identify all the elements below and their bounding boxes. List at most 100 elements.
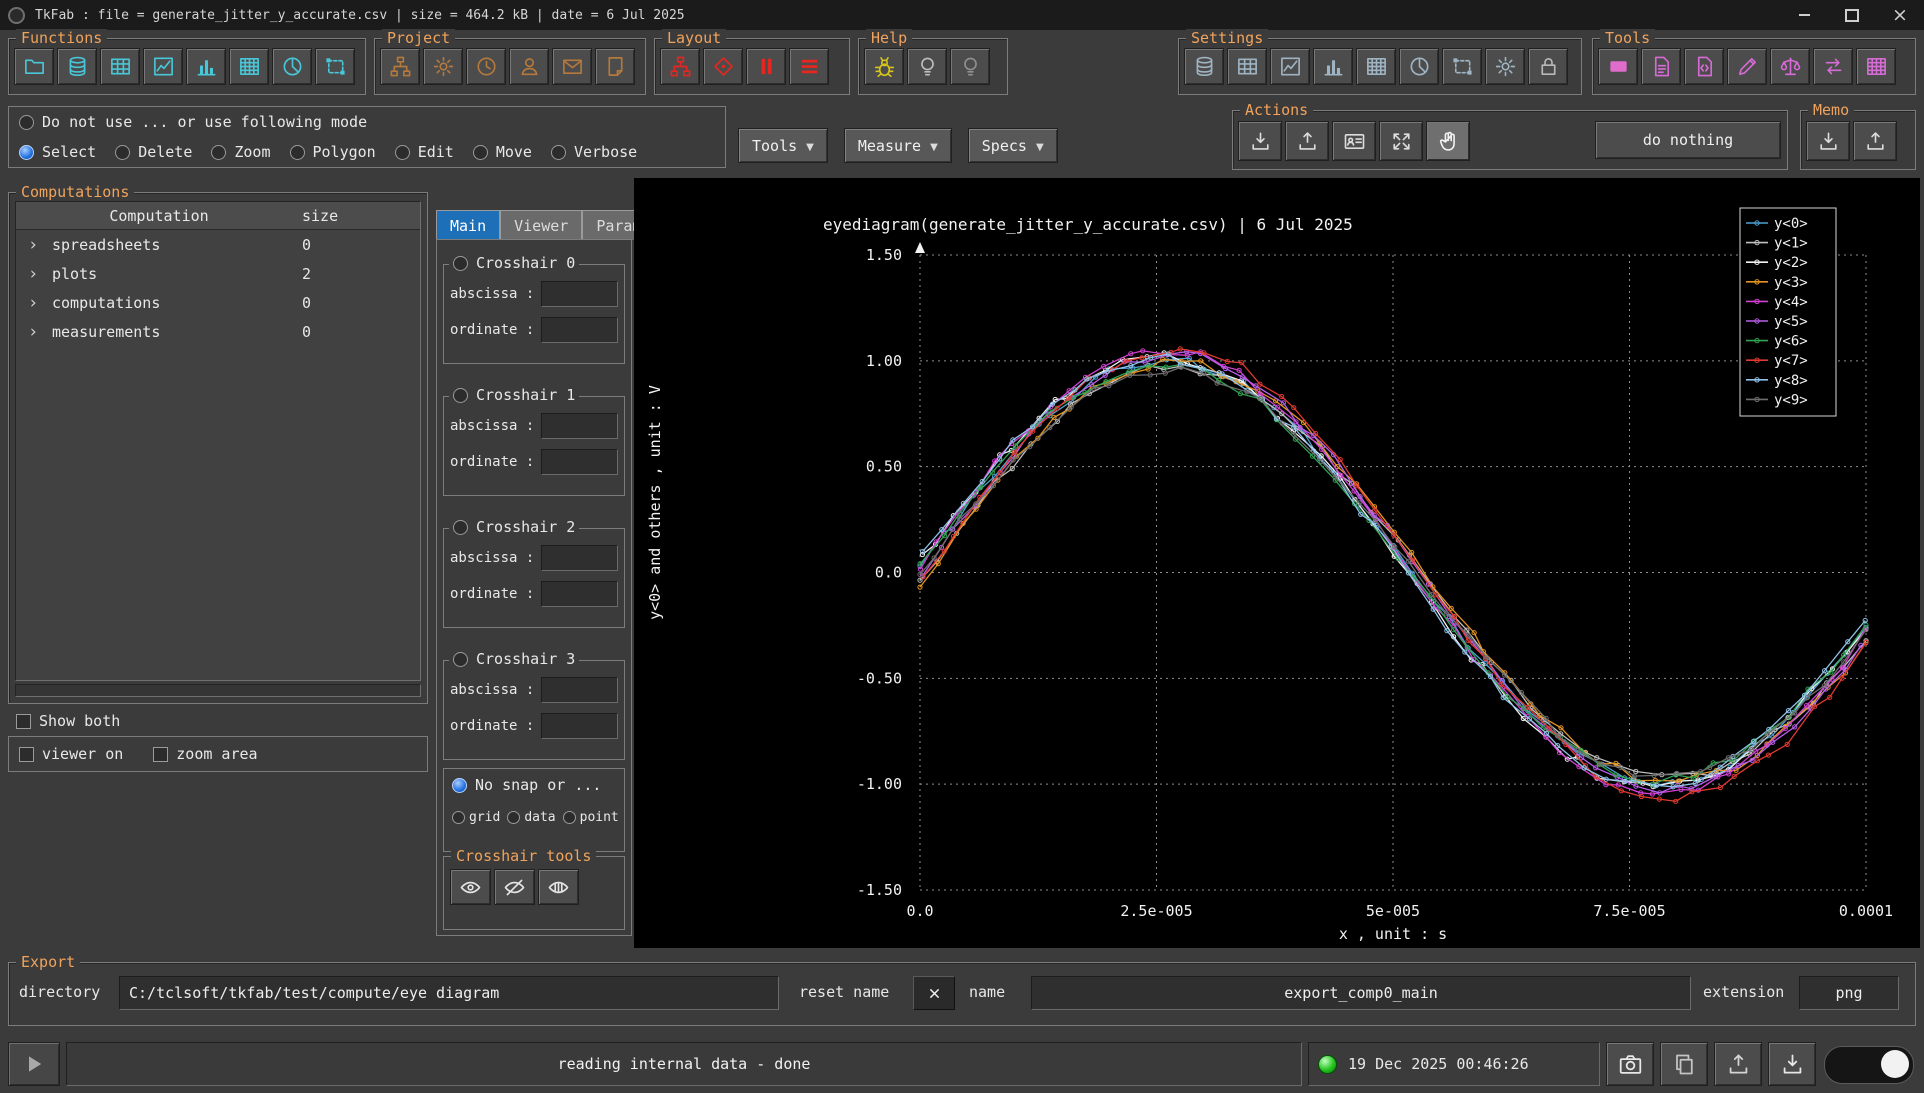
database-button[interactable] <box>1184 48 1224 85</box>
power-toggle[interactable] <box>1824 1046 1914 1084</box>
mode-radio-verbose[interactable]: Verbose <box>551 143 637 161</box>
close-button[interactable]: × <box>1876 0 1924 30</box>
tree-button[interactable] <box>660 48 700 85</box>
folder-button[interactable] <box>14 48 54 85</box>
panel-button[interactable] <box>1598 48 1638 85</box>
table-button[interactable] <box>1227 48 1267 85</box>
grid-button[interactable] <box>1856 48 1896 85</box>
no-snap-radio[interactable]: No snap or ... <box>452 776 601 794</box>
do-nothing-button[interactable]: do nothing <box>1595 121 1781 159</box>
maximize-button[interactable] <box>1828 0 1876 30</box>
crosshair-2-radio[interactable]: Crosshair 2 <box>449 518 579 536</box>
hand-button[interactable] <box>1426 121 1470 161</box>
run-button[interactable] <box>8 1042 60 1086</box>
import-button[interactable] <box>1806 121 1850 161</box>
crosshair-1-radio[interactable]: Crosshair 1 <box>449 386 579 404</box>
chevron-right-icon[interactable]: › <box>28 235 52 255</box>
mode-radio-polygon[interactable]: Polygon <box>290 143 376 161</box>
tools-menu-button[interactable]: Tools▼ <box>738 128 828 163</box>
lock-button[interactable] <box>1528 48 1568 85</box>
plot-canvas[interactable]: 0.02.5e-0055e-0057.5e-0050.00011.501.000… <box>634 178 1920 948</box>
swap-arrows-button[interactable] <box>1813 48 1853 85</box>
gear-button[interactable] <box>1485 48 1525 85</box>
bulb-button[interactable] <box>950 48 990 85</box>
crosshair-3-radio[interactable]: Crosshair 3 <box>449 650 579 668</box>
crosshair-1-abscissa-input[interactable] <box>541 413 618 439</box>
user-button[interactable] <box>509 48 549 85</box>
note-button[interactable] <box>595 48 635 85</box>
card-button[interactable] <box>1332 121 1376 161</box>
grid-button[interactable] <box>1356 48 1396 85</box>
export-button[interactable] <box>1853 121 1897 161</box>
chevron-right-icon[interactable]: › <box>28 264 52 284</box>
line-chart-button[interactable] <box>1270 48 1310 85</box>
crosshair-3-ordinate-input[interactable] <box>541 713 618 739</box>
mode-radio-select[interactable]: Select <box>19 143 96 161</box>
do-not-use-radio[interactable]: Do not use ... or use following mode <box>19 113 715 131</box>
tab-main[interactable]: Main <box>436 210 500 240</box>
bug-button[interactable] <box>864 48 904 85</box>
mode-radio-delete[interactable]: Delete <box>115 143 192 161</box>
document-button[interactable] <box>1641 48 1681 85</box>
show-both-checkbox[interactable]: Show both <box>16 712 120 730</box>
extension-input[interactable] <box>1799 976 1899 1010</box>
crosshair-0-ordinate-input[interactable] <box>541 317 618 343</box>
database-button[interactable] <box>57 48 97 85</box>
doc-code-button[interactable] <box>1684 48 1724 85</box>
bar-chart-button[interactable] <box>186 48 226 85</box>
crosshair-1-ordinate-input[interactable] <box>541 449 618 475</box>
directory-input[interactable] <box>119 976 779 1010</box>
line-chart-button[interactable] <box>143 48 183 85</box>
clipboard-button[interactable] <box>1660 1042 1708 1086</box>
horizontal-scrollbar[interactable] <box>15 684 421 697</box>
crosshair-0-abscissa-input[interactable] <box>541 281 618 307</box>
snap-data-radio[interactable]: data <box>507 810 555 825</box>
bulb-button[interactable] <box>907 48 947 85</box>
mode-radio-zoom[interactable]: Zoom <box>211 143 270 161</box>
diamond-button[interactable] <box>703 48 743 85</box>
chevron-right-icon[interactable]: › <box>28 293 52 313</box>
table-button[interactable] <box>100 48 140 85</box>
menu-button[interactable] <box>789 48 829 85</box>
import-button[interactable] <box>1238 121 1282 161</box>
snap-grid-radio[interactable]: grid <box>452 810 500 825</box>
crosshair-2-abscissa-input[interactable] <box>541 545 618 571</box>
grid-button[interactable] <box>229 48 269 85</box>
crosshair-2-ordinate-input[interactable] <box>541 581 618 607</box>
eye-button[interactable] <box>450 869 491 905</box>
name-input[interactable] <box>1031 976 1691 1010</box>
crosshair-0-radio[interactable]: Crosshair 0 <box>449 254 579 272</box>
clock-button[interactable] <box>466 48 506 85</box>
snap-point-radio[interactable]: point <box>563 810 619 825</box>
camera-button[interactable] <box>1606 1042 1654 1086</box>
computation-row-computations[interactable]: ›computations0 <box>16 288 420 317</box>
computation-row-spreadsheets[interactable]: ›spreadsheets0 <box>16 230 420 259</box>
eye-scan-button[interactable] <box>538 869 579 905</box>
tab-viewer[interactable]: Viewer <box>500 210 582 240</box>
reset-name-button[interactable] <box>913 976 955 1010</box>
pencil-button[interactable] <box>1727 48 1767 85</box>
measure-menu-button[interactable]: Measure▼ <box>844 128 952 163</box>
scale-button[interactable] <box>1770 48 1810 85</box>
computation-row-plots[interactable]: ›plots2 <box>16 259 420 288</box>
import-button[interactable] <box>1768 1042 1816 1086</box>
select-area-button[interactable] <box>315 48 355 85</box>
chevron-right-icon[interactable]: › <box>28 322 52 342</box>
pause-button[interactable] <box>746 48 786 85</box>
gear-button[interactable] <box>423 48 463 85</box>
pie-chart-button[interactable] <box>1399 48 1439 85</box>
mail-button[interactable] <box>552 48 592 85</box>
bar-chart-button[interactable] <box>1313 48 1353 85</box>
expand-button[interactable] <box>1379 121 1423 161</box>
eye-off-button[interactable] <box>494 869 535 905</box>
tree-button[interactable] <box>380 48 420 85</box>
select-area-button[interactable] <box>1442 48 1482 85</box>
export-button[interactable] <box>1285 121 1329 161</box>
minimize-button[interactable] <box>1780 0 1828 30</box>
computation-row-measurements[interactable]: ›measurements0 <box>16 317 420 346</box>
mode-radio-edit[interactable]: Edit <box>395 143 454 161</box>
mode-radio-move[interactable]: Move <box>473 143 532 161</box>
zoom-area-checkbox[interactable]: zoom area <box>153 745 257 763</box>
pie-chart-button[interactable] <box>272 48 312 85</box>
crosshair-3-abscissa-input[interactable] <box>541 677 618 703</box>
